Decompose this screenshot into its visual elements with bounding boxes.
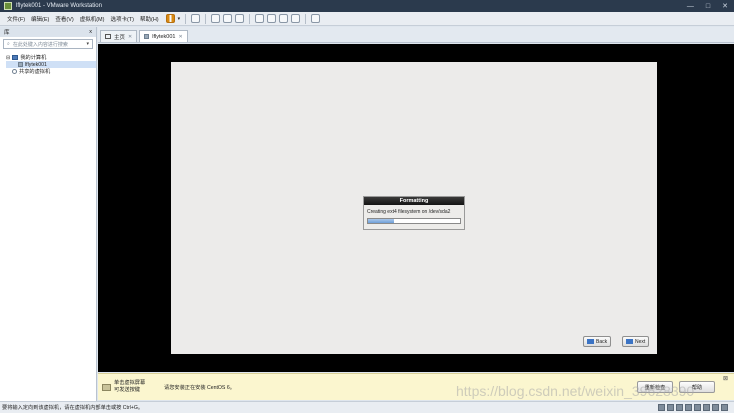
centos-installer-screen[interactable]: Formatting Creating ext4 filesystem on /…	[171, 62, 657, 354]
unity-icon[interactable]	[291, 14, 301, 23]
vm-console[interactable]: Formatting Creating ext4 filesystem on /…	[98, 44, 734, 372]
console-view-icon[interactable]	[311, 14, 321, 23]
menu-tabs[interactable]: 选项卡(T)	[107, 15, 137, 23]
sound-icon[interactable]	[694, 404, 701, 411]
arrow-left-icon	[587, 339, 594, 344]
tab-label: 主页	[114, 34, 126, 41]
progress-bar	[367, 218, 461, 224]
toolbar: ▾	[165, 13, 321, 24]
hint-message: 请您安装正在安装 CentOS 6。	[164, 384, 235, 391]
library-header: 库 x	[0, 27, 96, 37]
hint-line-2: 可发送按键	[114, 387, 140, 393]
tree-item-vm[interactable]: lflytek001	[6, 61, 96, 68]
search-icon: ⌕	[7, 41, 10, 47]
tree-label: 我的计算机	[20, 55, 47, 61]
chevron-down-icon[interactable]: ▾	[86, 41, 89, 47]
menu-help[interactable]: 帮助(H)	[137, 15, 162, 23]
printer-icon[interactable]	[703, 404, 710, 411]
close-tab-icon[interactable]: ✕	[128, 34, 132, 40]
message-icon[interactable]	[721, 404, 728, 411]
keyboard-icon	[102, 383, 111, 391]
computer-icon	[12, 55, 19, 60]
close-tab-icon[interactable]: ✕	[178, 34, 182, 40]
network-icon[interactable]	[676, 404, 683, 411]
library-tree: ⊟ 我的计算机 lflytek001 共享的虚拟机	[0, 54, 96, 75]
menu-file[interactable]: 文件(F)	[4, 15, 28, 23]
tree-label: 共享的虚拟机	[19, 69, 51, 75]
hint-line-1: 单击虚拟屏幕	[114, 380, 146, 386]
dialog-title: Formatting	[364, 197, 464, 205]
progress-fill	[368, 219, 394, 223]
formatting-dialog: Formatting Creating ext4 filesystem on /…	[363, 196, 465, 230]
toolbar-separator	[205, 13, 207, 24]
vm-icon	[144, 34, 150, 39]
menu-edit[interactable]: 编辑(E)	[28, 15, 52, 23]
usb-icon[interactable]	[685, 404, 692, 411]
tab-bar: 主页 ✕ lflytek001 ✕	[98, 27, 734, 43]
dialog-message: Creating ext4 filesystem on /dev/sda2	[367, 209, 451, 215]
maximize-icon[interactable]: □	[706, 3, 710, 10]
pause-icon[interactable]	[165, 14, 175, 23]
cdrom-icon[interactable]	[667, 404, 674, 411]
tree-item-my-computer[interactable]: ⊟ 我的计算机	[6, 54, 96, 62]
status-text: 要将输入定向到该虚拟机，请在虚拟机内部单击或按 Ctrl+G。	[2, 405, 144, 411]
toolbar-separator	[305, 13, 307, 24]
tab-label: lflytek001	[152, 33, 176, 40]
watermark: https://blog.csdn.net/weixin_39628390	[456, 383, 695, 399]
menu-vm[interactable]: 虚拟机(M)	[77, 15, 108, 23]
collapse-icon[interactable]: ⊟	[6, 55, 10, 61]
menu-bar: 文件(F) 编辑(E) 查看(V) 虚拟机(M) 选项卡(T) 帮助(H) ▾	[0, 12, 734, 26]
vm-icon	[18, 62, 23, 67]
window-titlebar: lflytek001 - VMware Workstation — □ ✕	[0, 0, 734, 12]
back-button[interactable]: Back	[583, 336, 612, 347]
search-placeholder: 在此处键入内容进行搜索	[12, 41, 68, 48]
window-title: lflytek001 - VMware Workstation	[16, 3, 102, 9]
library-panel: 库 x ⌕ 在此处键入内容进行搜索 ▾ ⊟ 我的计算机 lflytek001 共…	[0, 27, 97, 401]
vmware-icon	[4, 2, 12, 10]
hint-instructions: 单击虚拟屏幕 可发送按键	[114, 380, 154, 394]
revert-snapshot-icon[interactable]	[223, 14, 233, 23]
close-hint-icon[interactable]: ⊠	[723, 375, 728, 382]
display-icon[interactable]	[712, 404, 719, 411]
status-bar: 要将输入定向到该虚拟机，请在虚拟机内部单击或按 Ctrl+G。	[0, 401, 734, 413]
library-search-input[interactable]: ⌕ 在此处键入内容进行搜索 ▾	[3, 39, 93, 49]
pause-dropdown-icon[interactable]: ▾	[178, 16, 181, 22]
device-icons	[658, 404, 728, 411]
library-title: 库	[4, 30, 10, 36]
thumbnail-bar-icon[interactable]	[267, 14, 277, 23]
fullscreen-icon[interactable]	[279, 14, 289, 23]
menu-view[interactable]: 查看(V)	[52, 15, 76, 23]
home-icon	[105, 34, 111, 39]
minimize-icon[interactable]: —	[687, 3, 694, 10]
tab-vm[interactable]: lflytek001 ✕	[139, 30, 188, 42]
toolbar-separator	[249, 13, 251, 24]
tree-label: lflytek001	[25, 61, 47, 68]
snapshot-manager-icon[interactable]	[235, 14, 245, 23]
tab-home[interactable]: 主页 ✕	[100, 30, 138, 42]
toolbar-separator	[185, 13, 187, 24]
next-button[interactable]: Next	[622, 336, 650, 347]
back-label: Back	[596, 338, 608, 345]
close-library-icon[interactable]: x	[89, 29, 92, 35]
show-library-icon[interactable]	[255, 14, 265, 23]
shared-vm-icon	[12, 69, 17, 74]
hdd-icon[interactable]	[658, 404, 665, 411]
send-ctrl-alt-del-icon[interactable]	[191, 14, 201, 23]
next-label: Next	[635, 338, 646, 345]
snapshot-icon[interactable]	[211, 14, 221, 23]
tree-item-shared-vms[interactable]: 共享的虚拟机	[6, 68, 96, 75]
arrow-right-icon	[626, 339, 633, 344]
close-icon[interactable]: ✕	[722, 2, 728, 10]
